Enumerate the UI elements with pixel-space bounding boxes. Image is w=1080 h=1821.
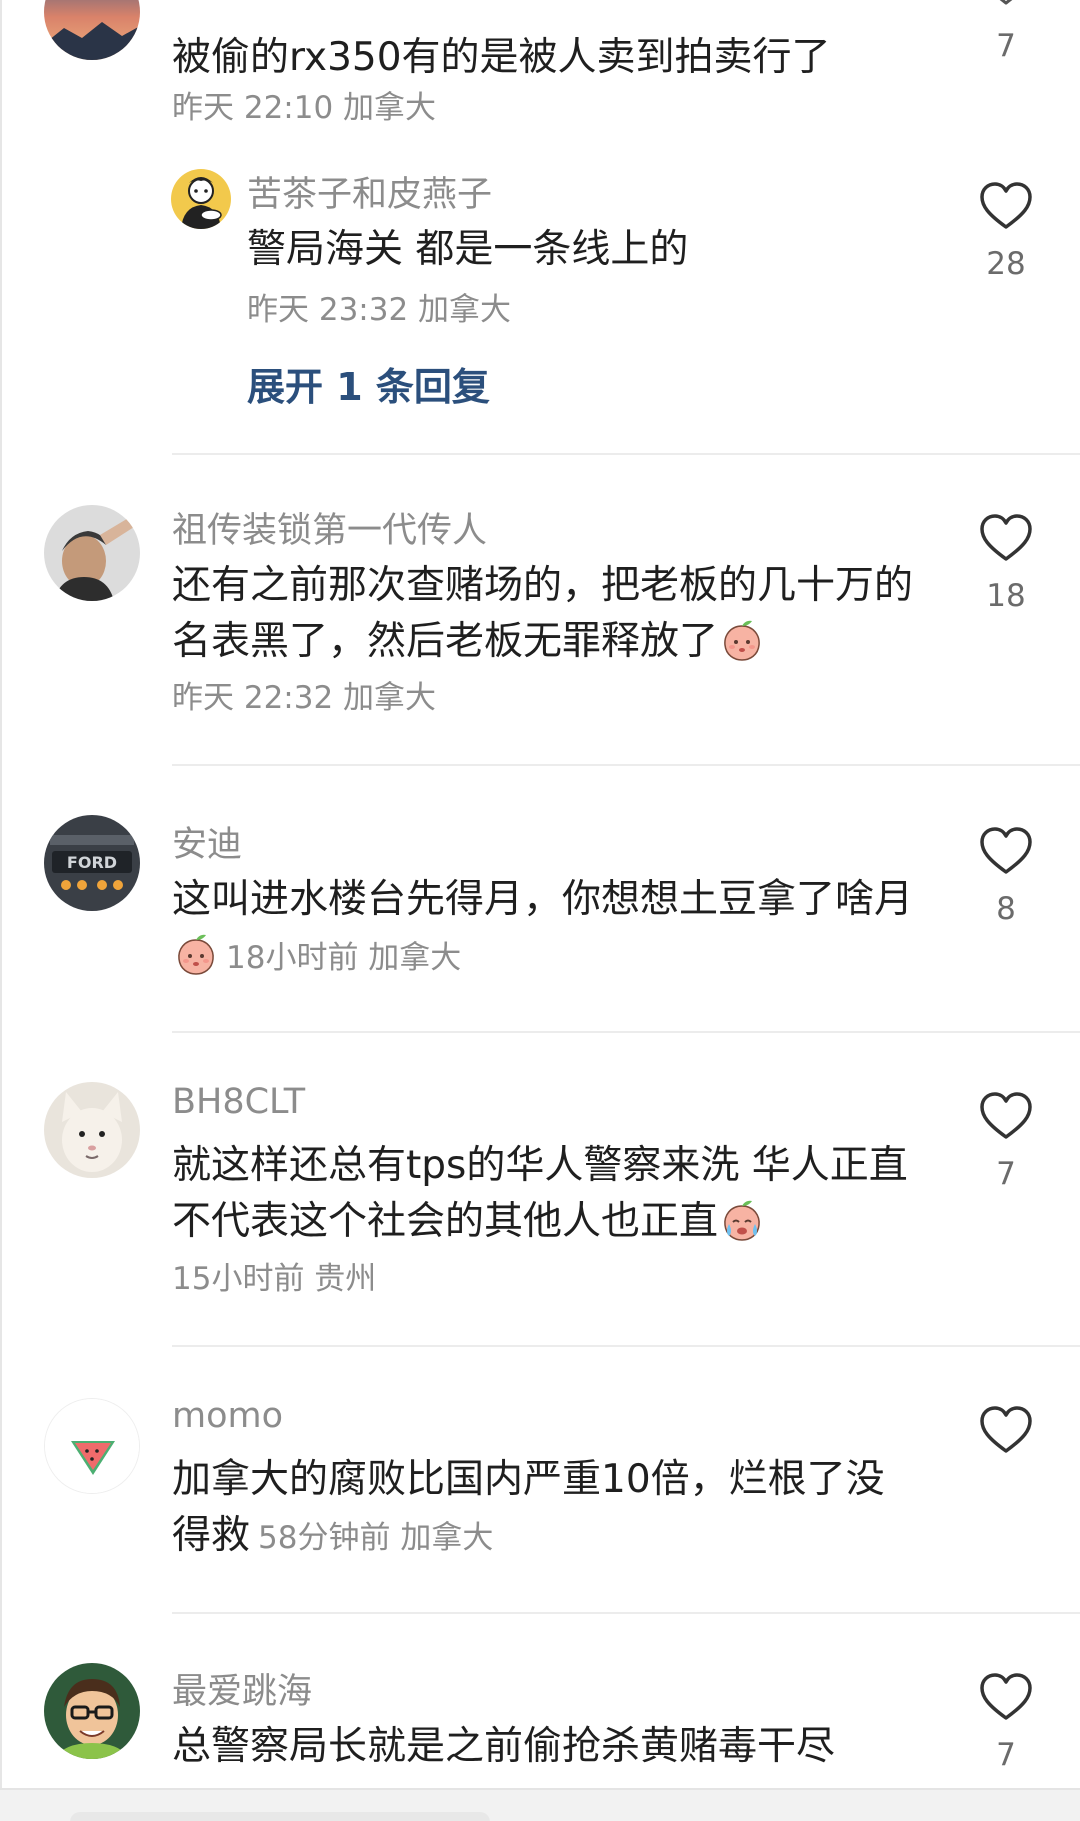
avatar[interactable] (44, 0, 140, 60)
comment-text: 被偷的rx350有的是被人卖到拍卖行了 (172, 35, 831, 80)
avatar[interactable] (44, 505, 140, 601)
comment-text: 就这样还总有tps的华人警察来洗 华人正直不代表这个社会的其他人也正直 (172, 1138, 922, 1250)
comment-text: 加拿大的腐败比国内严重10倍，烂根了没得救 58分钟前 加拿大 (172, 1452, 922, 1566)
like-count: 18 (986, 578, 1026, 614)
comment-meta: 18小时前 加拿大 (226, 940, 462, 976)
like-button[interactable]: 7 (976, 1090, 1036, 1192)
heart-outline-icon (980, 1092, 1032, 1139)
comment-username[interactable]: BH8CLT (172, 1082, 305, 1122)
like-button[interactable]: 18 (976, 512, 1036, 614)
like-count: 7 (996, 1156, 1016, 1192)
expand-replies-link[interactable]: 展开 1 条回复 (247, 356, 490, 411)
comment-text-body: 就这样还总有tps的华人警察来洗 华人正直不代表这个社会的其他人也正直 (172, 1143, 908, 1244)
comment-username[interactable]: momo (172, 1396, 283, 1436)
comment-meta: 15小时前 贵州 (172, 1261, 377, 1297)
svg-text:FORD: FORD (67, 853, 117, 872)
comment-text: 总警察局长就是之前偷抢杀黄赌毒干尽 (172, 1724, 836, 1769)
reply-meta: 昨天 23:32 加拿大 (247, 292, 512, 328)
reply-like-button[interactable]: 28 (976, 180, 1036, 282)
heart-outline-icon (980, 1673, 1032, 1720)
comment-item: FORD 安迪 这叫进水楼台先得月，你想想土豆拿了啥月 18小时前 加拿大 8 (0, 765, 1080, 1031)
comment-item: 最爱跳海 总警察局长就是之前偷抢杀黄赌毒干尽 7 (0, 1613, 1080, 1788)
like-button[interactable]: 7 (976, 0, 1036, 64)
reply-avatar[interactable] (171, 169, 231, 229)
peach-face-emoji-icon (724, 620, 760, 661)
like-button[interactable]: 7 (976, 1671, 1036, 1773)
like-button[interactable] (976, 1404, 1036, 1456)
like-count: 7 (996, 28, 1016, 64)
comment-item: 被偷的rx350有的是被人卖到拍卖行了 昨天 22:10 加拿大 7 苦茶子和皮… (0, 0, 1080, 409)
comment-text-body: 这叫进水楼台先得月，你想想土豆拿了啥月 (172, 877, 914, 922)
avatar[interactable]: FORD (44, 815, 140, 911)
like-button[interactable]: 8 (976, 825, 1036, 927)
heart-outline-icon (980, 182, 1032, 229)
comment-meta: 58分钟前 加拿大 (258, 1520, 494, 1556)
comment-item: momo 加拿大的腐败比国内严重10倍，烂根了没得救 58分钟前 加拿大 (0, 1346, 1080, 1612)
avatar[interactable] (44, 1663, 140, 1759)
crying-face-emoji-icon (724, 1200, 760, 1241)
comment-item: BH8CLT 就这样还总有tps的华人警察来洗 华人正直不代表这个社会的其他人也… (0, 1032, 1080, 1345)
comment-text: 这叫进水楼台先得月，你想想土豆拿了啥月 18小时前 加拿大 (172, 872, 922, 986)
avatar[interactable] (44, 1082, 140, 1178)
comment-text-body: 还有之前那次查赌场的，把老板的几十万的名表黑了，然后老板无罪释放了 (172, 563, 914, 664)
comment-meta: 昨天 22:10 加拿大 (172, 90, 437, 126)
reply-text: 警局海关 都是一条线上的 (247, 227, 689, 272)
peach-face-emoji-icon (178, 934, 214, 975)
heart-outline-icon (980, 1406, 1032, 1453)
comment-username[interactable]: 安迪 (172, 816, 242, 867)
heart-outline-icon (980, 827, 1032, 874)
comment-text: 还有之前那次查赌场的，把老板的几十万的名表黑了，然后老板无罪释放了 (172, 558, 922, 670)
comment-username[interactable]: 最爱跳海 (172, 1663, 312, 1714)
comment-username[interactable]: 祖传装锁第一代传人 (172, 502, 487, 553)
comment-item: 祖传装锁第一代传人 还有之前那次查赌场的，把老板的几十万的名表黑了，然后老板无罪… (0, 454, 1080, 764)
like-count: 28 (986, 246, 1026, 282)
avatar[interactable] (44, 1398, 140, 1494)
comment-meta: 昨天 22:32 加拿大 (172, 680, 437, 716)
heart-outline-icon (980, 514, 1032, 561)
comment-input-pill[interactable] (70, 1812, 490, 1821)
chevron-down-icon (999, 0, 1013, 5)
like-count: 8 (996, 891, 1016, 927)
reply-username[interactable]: 苦茶子和皮燕子 (247, 166, 492, 217)
like-count: 7 (996, 1737, 1016, 1773)
